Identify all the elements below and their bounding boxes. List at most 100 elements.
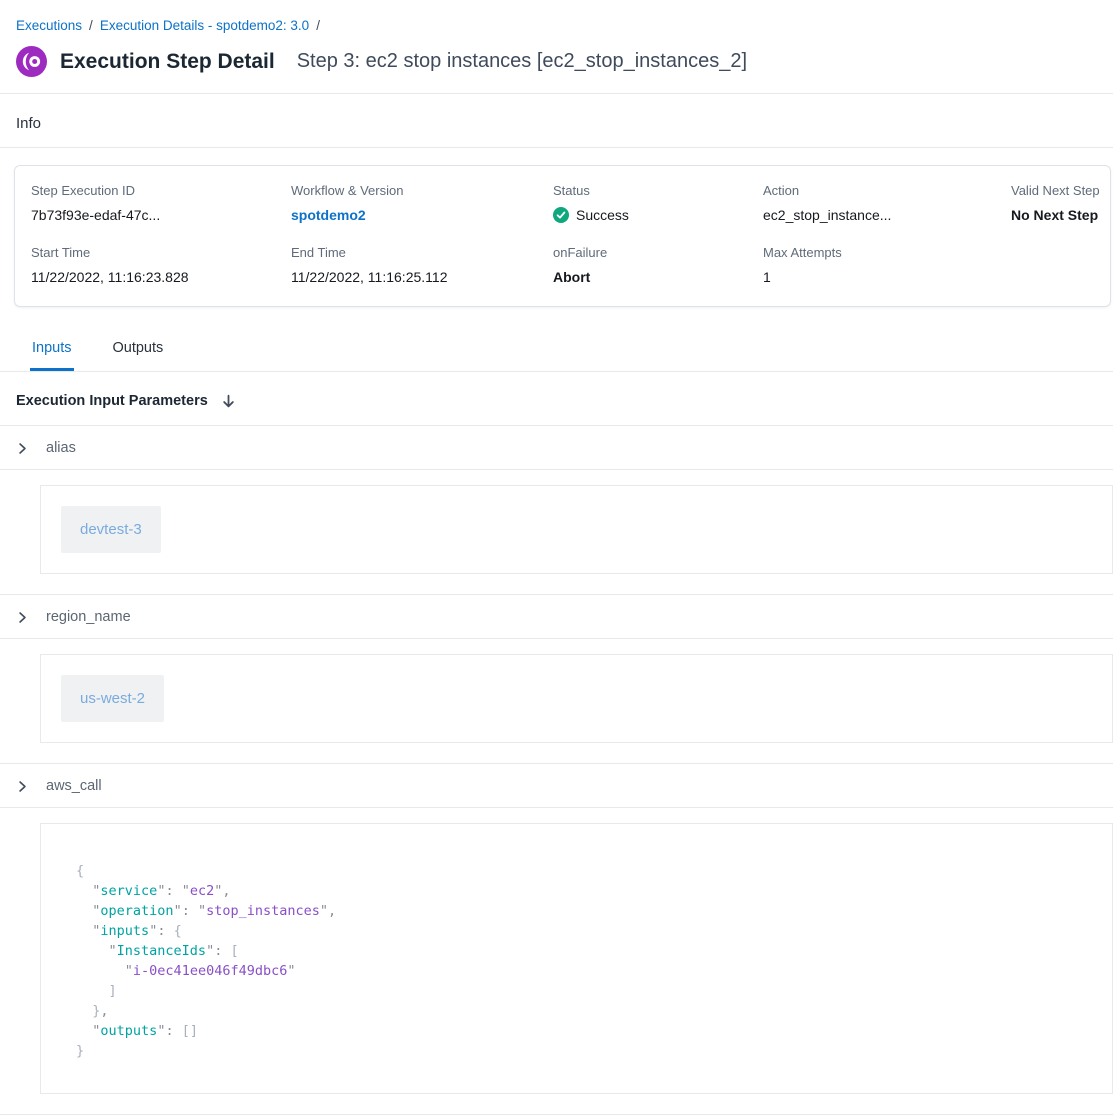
- code-token: [76, 943, 109, 959]
- field-label: Valid Next Step: [1011, 183, 1094, 198]
- params-header: Execution Input Parameters: [0, 372, 1113, 426]
- chevron-right-icon: [16, 442, 29, 455]
- breadcrumb-link-executions[interactable]: Executions: [16, 18, 82, 33]
- field-value: 7b73f93e-edaf-47c...: [31, 207, 291, 223]
- field-value: Success: [553, 207, 763, 223]
- field-label: Max Attempts: [763, 245, 1011, 260]
- param-sections: alias devtest-3 region_name us-west-2 aws_ca…: [0, 426, 1113, 1115]
- code-token: ec2: [190, 883, 214, 899]
- tab-outputs[interactable]: Outputs: [111, 325, 166, 371]
- code-token: [76, 983, 109, 999]
- code-token: ]: [109, 983, 117, 999]
- info-field-workflow-version: Workflow & Version spotdemo2: [291, 183, 553, 223]
- chevron-right-icon: [16, 780, 29, 793]
- info-field-max-attempts: Max Attempts 1: [763, 245, 1011, 285]
- code-line: "outputs": []: [76, 1021, 1092, 1041]
- section-body: us-west-2: [0, 639, 1113, 763]
- code-token: [76, 923, 92, 939]
- field-value: 1: [763, 269, 1011, 285]
- code-line: "operation": "stop_instances",: [76, 901, 1092, 921]
- code-token: operation: [100, 903, 173, 919]
- code-token: ": [287, 963, 295, 979]
- section-toggle-aws_call[interactable]: aws_call: [0, 764, 1113, 808]
- code-token: }: [76, 1043, 84, 1059]
- code-token: ":: [206, 943, 230, 959]
- breadcrumb-separator: /: [316, 18, 320, 33]
- field-label: Step Execution ID: [31, 183, 291, 198]
- code-token: [76, 963, 125, 979]
- page-title: Execution Step Detail: [60, 50, 275, 74]
- code-line: }: [76, 1041, 1092, 1061]
- section-toggle-alias[interactable]: alias: [0, 426, 1113, 470]
- info-field-onfailure: onFailure Abort: [553, 245, 763, 285]
- breadcrumb: Executions / Execution Details - spotdemo2…: [0, 0, 1113, 33]
- code-token: stop_instances: [206, 903, 320, 919]
- code-token: []: [182, 1023, 198, 1039]
- step-info-card: Step Execution ID 7b73f93e-edaf-47c...Wor…: [14, 165, 1111, 307]
- code-token: service: [100, 883, 157, 899]
- collapse-all-arrow-icon[interactable]: [221, 394, 236, 409]
- field-value: Abort: [553, 269, 763, 285]
- code-token: [76, 903, 92, 919]
- code-line: {: [76, 861, 1092, 881]
- value-panel: devtest-3: [40, 485, 1113, 574]
- code-token: outputs: [100, 1023, 157, 1039]
- section-body: { "service": "ec2", "operation": "stop_i…: [0, 808, 1113, 1114]
- code-token: [76, 1003, 92, 1019]
- info-field-end-time: End Time11/22/2022, 11:16:25.112: [291, 245, 553, 285]
- field-label: Workflow & Version: [291, 183, 553, 198]
- value-panel: us-west-2: [40, 654, 1113, 743]
- json-panel: { "service": "ec2", "operation": "stop_i…: [40, 823, 1113, 1094]
- field-label: End Time: [291, 245, 553, 260]
- section-toggle-region_name[interactable]: region_name: [0, 595, 1113, 639]
- code-token: ": ": [174, 903, 207, 919]
- success-check-icon: [553, 207, 569, 223]
- breadcrumb-link-execution-details[interactable]: Execution Details - spotdemo2: 3.0: [100, 18, 309, 33]
- info-field-step-execution-id: Step Execution ID 7b73f93e-edaf-47c...: [31, 183, 291, 223]
- code-token: InstanceIds: [117, 943, 206, 959]
- field-value: 11/22/2022, 11:16:23.828: [31, 269, 291, 285]
- field-label: onFailure: [553, 245, 763, 260]
- code-line: "service": "ec2",: [76, 881, 1092, 901]
- code-token: [76, 1023, 92, 1039]
- code-token: ":: [149, 923, 173, 939]
- field-value: ec2_stop_instance...: [763, 207, 1011, 223]
- param-section-alias: alias devtest-3: [0, 426, 1113, 595]
- code-token: {: [174, 923, 182, 939]
- code-token: ",: [214, 883, 230, 899]
- field-label: Status: [553, 183, 763, 198]
- section-name: region_name: [46, 609, 131, 625]
- field-value: No Next Step: [1011, 207, 1094, 223]
- param-value-chip: us-west-2: [61, 675, 164, 722]
- field-label: Start Time: [31, 245, 291, 260]
- params-header-label: Execution Input Parameters: [16, 393, 208, 409]
- code-line: "InstanceIds": [: [76, 941, 1092, 961]
- code-token: ": ": [157, 883, 190, 899]
- code-token: [76, 883, 92, 899]
- code-token: i-0ec41ee046f49dbc6: [133, 963, 287, 979]
- code-line: "inputs": {: [76, 921, 1092, 941]
- info-field-action: Actionec2_stop_instance...: [763, 183, 1011, 223]
- code-token: inputs: [100, 923, 149, 939]
- status-text: Success: [576, 207, 629, 223]
- breadcrumb-separator: /: [89, 18, 93, 33]
- code-token: ": [125, 963, 133, 979]
- info-section-heading: Info: [0, 94, 1113, 148]
- field-value[interactable]: spotdemo2: [291, 207, 553, 223]
- page-header: Execution Step Detail Step 3: ec2 stop i…: [0, 33, 1113, 94]
- tab-bar: Inputs Outputs: [0, 325, 1113, 372]
- param-section-region_name: region_name us-west-2: [0, 595, 1113, 764]
- chevron-right-icon: [16, 611, 29, 624]
- page-subtitle: Step 3: ec2 stop instances [ec2_stop_ins…: [297, 50, 747, 73]
- code-line: ]: [76, 981, 1092, 1001]
- code-token: ": [109, 943, 117, 959]
- tab-inputs[interactable]: Inputs: [30, 325, 74, 371]
- param-section-aws_call: aws_call{ "service": "ec2", "operation":…: [0, 764, 1113, 1115]
- info-field-valid-next-step: Valid Next Step No Next Step: [1011, 183, 1094, 223]
- code-token: ":: [157, 1023, 181, 1039]
- code-line: },: [76, 1001, 1092, 1021]
- param-value-chip: devtest-3: [61, 506, 161, 553]
- code-token: ,: [100, 1003, 108, 1019]
- code-token: [: [230, 943, 238, 959]
- workflow-logo-icon: [16, 46, 47, 77]
